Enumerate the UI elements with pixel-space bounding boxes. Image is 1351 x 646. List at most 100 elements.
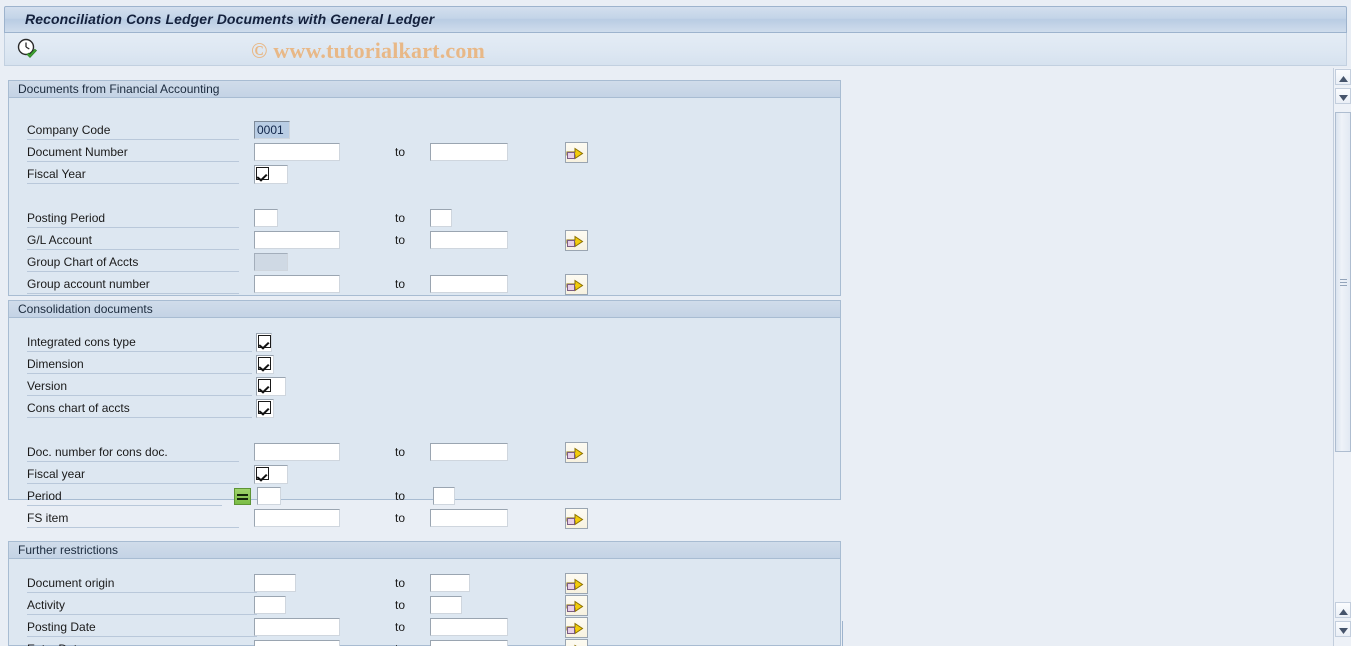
field-row-posting-period: Posting Period to [9,208,839,230]
group-header-further-restrictions: Further restrictions [9,542,840,559]
multiple-selection-button-doc-number-for-cons-doc[interactable] [565,442,588,463]
input-posting-period-from[interactable] [254,209,278,227]
field-row-document-number: Document Number to [9,142,839,164]
input-doc-number-for-cons-doc-from[interactable] [254,443,340,461]
scroll-down-button-bottom[interactable] [1335,621,1351,637]
checkbox-field-dimension[interactable] [256,355,274,374]
yellow-arrow-icon [566,597,587,614]
multiple-selection-button-activity[interactable] [565,595,588,616]
field-row-company-code: Company Code [9,120,839,142]
to-label: to [395,642,405,646]
input-document-origin-to[interactable] [430,574,470,592]
multiple-selection-button-document-origin[interactable] [565,573,588,594]
yellow-arrow-icon [566,510,587,527]
group-consolidation-documents: Consolidation documents Integrated cons t… [8,300,841,529]
input-gl-account-to[interactable] [430,231,508,249]
multiple-selection-button-entry-date[interactable] [565,639,588,646]
field-underline [27,249,239,250]
field-row-document-origin: Document origin to [9,573,839,595]
to-label: to [395,620,406,634]
checkbox-field-fiscal-year-cons[interactable] [254,465,288,484]
field-label-entry-date: Entry Date [27,642,84,646]
input-activity-to[interactable] [430,596,462,614]
yellow-arrow-icon [566,575,587,592]
checkmark-icon [258,401,271,414]
input-posting-date-to[interactable] [430,618,508,636]
triangle-down-icon [1336,627,1350,634]
yellow-arrow-icon [566,619,587,636]
checkbox-field-integrated-cons-type[interactable] [256,333,272,352]
multiple-selection-button-group-account-number[interactable] [565,274,588,295]
field-underline [27,527,239,528]
input-posting-period-to[interactable] [430,209,452,227]
yellow-arrow-icon [566,232,587,249]
multiple-selection-button-posting-date[interactable] [565,617,588,638]
scroll-grip-icon [1340,279,1347,286]
input-entry-date-from[interactable] [254,640,340,646]
input-gl-account-from[interactable] [254,231,340,249]
clock-check-icon [15,38,41,64]
horizontal-scroll-tray[interactable] [842,621,1322,646]
input-group-account-number-to[interactable] [430,275,508,293]
input-entry-date-to[interactable] [430,640,508,646]
field-underline [27,351,252,352]
operator-button-period[interactable] [234,488,251,505]
triangle-up-icon [1336,608,1350,615]
multiple-selection-button-gl-account[interactable] [565,230,588,251]
to-label: to [395,489,406,503]
sap-selection-screen: Reconciliation Cons Ledger Documents wit… [0,0,1351,646]
input-group-chart-of-accts-from[interactable] [254,253,288,271]
input-doc-number-for-cons-doc-to[interactable] [430,443,508,461]
input-document-number-to[interactable] [430,143,508,161]
input-period-to[interactable] [433,487,455,505]
field-row-doc-number-for-cons-doc: Doc. number for cons doc. to [9,442,839,464]
scroll-down-button[interactable] [1335,88,1351,104]
vertical-scrollbar[interactable] [1333,68,1351,646]
scroll-up-button[interactable] [1335,69,1351,85]
field-underline [27,614,257,615]
input-activity-from[interactable] [254,596,286,614]
checkbox-field-cons-chart-of-accts[interactable] [256,399,274,418]
field-underline [27,373,252,374]
field-label-group-chart-of-accts: Group Chart of Accts [27,255,139,269]
field-label-dimension: Dimension [27,357,84,371]
input-period-from[interactable] [257,487,281,505]
group-title: Consolidation documents [18,302,153,316]
group-header-documents-from-financial-accounting: Documents from Financial Accounting [9,81,840,98]
window-title-bar: Reconciliation Cons Ledger Documents wit… [4,6,1347,33]
input-company-code-from[interactable] [254,121,290,139]
scroll-up-button-bottom[interactable] [1335,602,1351,618]
field-underline [27,417,252,418]
field-row-activity: Activity to [9,595,839,617]
field-row-fs-item: FS item to [9,508,839,530]
vertical-scroll-thumb[interactable] [1335,112,1351,452]
input-fs-item-to[interactable] [430,509,508,527]
field-row-integrated-cons-type: Integrated cons type [9,332,839,354]
multiple-selection-button-document-number[interactable] [565,142,588,163]
execute-button[interactable] [15,37,41,61]
yellow-arrow-icon [566,144,587,161]
field-label-integrated-cons-type: Integrated cons type [27,335,136,349]
checkbox-field-fiscal-year[interactable] [254,165,288,184]
field-label-doc-number-for-cons-doc: Doc. number for cons doc. [27,445,168,459]
field-underline [27,183,239,184]
field-label-activity: Activity [27,598,66,612]
multiple-selection-button-fs-item[interactable] [565,508,588,529]
field-label-version: Version [27,379,68,393]
input-document-number-from[interactable] [254,143,340,161]
field-label-fiscal-year: Fiscal Year [27,167,86,181]
field-underline [27,161,239,162]
yellow-arrow-icon [566,641,587,646]
group-title: Further restrictions [18,543,119,557]
checkbox-field-version[interactable] [256,377,286,396]
page-title: Reconciliation Cons Ledger Documents wit… [25,11,435,27]
field-underline [27,592,257,593]
input-document-origin-from[interactable] [254,574,296,592]
input-posting-date-from[interactable] [254,618,340,636]
to-label: to [395,145,406,159]
field-row-version: Version [9,376,839,398]
input-fs-item-from[interactable] [254,509,340,527]
field-label-group-account-number: Group account number [27,277,150,291]
checkmark-icon [258,357,271,370]
input-group-account-number-from[interactable] [254,275,340,293]
